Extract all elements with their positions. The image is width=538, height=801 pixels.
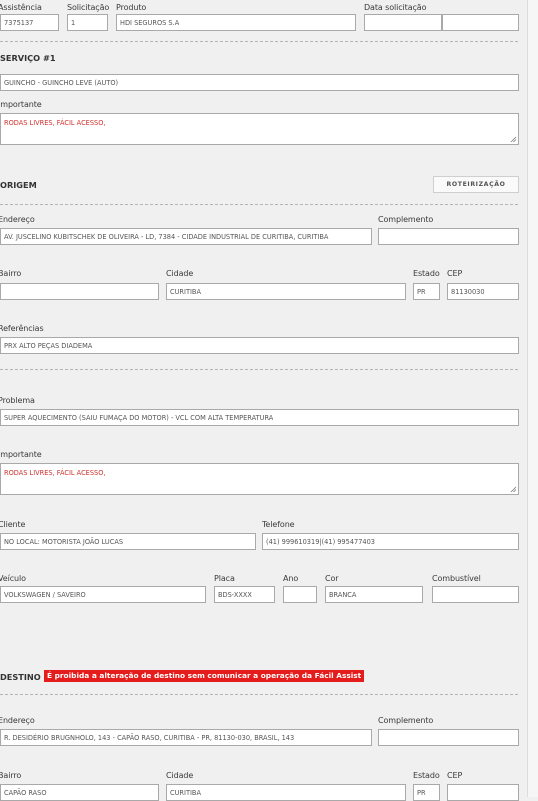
produto-label: Produto (116, 3, 147, 12)
solicitacao-field[interactable]: 1 (67, 14, 108, 31)
ano-label: Ano (283, 574, 299, 583)
destino-estado-label: Estado (413, 771, 440, 780)
divider (0, 369, 518, 370)
origem-cidade-label: Cidade (166, 269, 194, 278)
destino-cidade-field[interactable]: CURITIBA (166, 784, 406, 801)
telefone-field[interactable]: (41) 999610319|(41) 995477403 (262, 533, 519, 550)
destino-title: DESTINO (0, 672, 41, 682)
problema-field[interactable]: SUPER AQUECIMENTO (SAIU FUMAÇA DO MOTOR)… (0, 409, 519, 426)
origem-complemento-label: Complemento (378, 215, 434, 224)
assistencia-field[interactable]: 7375137 (0, 14, 59, 31)
vertical-scrollbar[interactable] (527, 0, 538, 797)
servico-title: SERVIÇO #1 (0, 53, 56, 63)
destino-cidade-label: Cidade (166, 771, 194, 780)
origem-estado-label: Estado (413, 269, 440, 278)
combustivel-label: Combustível (432, 574, 481, 583)
origem-complemento-field[interactable] (378, 228, 519, 245)
roteirizacao-button[interactable]: ROTEIRIZAÇÃO (433, 176, 519, 193)
origem-estado-field[interactable]: PR (413, 283, 440, 300)
produto-field[interactable]: HDI SEGUROS S.A (116, 14, 356, 31)
destino-cep-label: CEP (447, 771, 463, 780)
data-solicitacao-label: Data solicitação (364, 3, 427, 12)
destino-endereco-label: Endereço (0, 716, 35, 725)
ocorrencia-importante-label: Importante (0, 450, 42, 459)
ocorrencia-importante-text: RODAS LIVRES, FÁCIL ACESSO, (4, 469, 106, 477)
divider (0, 694, 518, 695)
assistencia-label: Assistência (0, 3, 42, 12)
origem-endereco-field[interactable]: AV. JUSCELINO KUBITSCHEK DE OLIVEIRA - L… (0, 228, 372, 245)
ano-field[interactable] (283, 586, 317, 603)
servico-importante-label: Importante (0, 100, 42, 109)
cor-field[interactable]: BRANCA (325, 586, 423, 603)
problema-label: Problema (0, 396, 35, 405)
destino-warning-banner: É proibida a alteração de destino sem co… (44, 670, 365, 682)
hora-solicitacao-field[interactable] (442, 14, 519, 31)
origem-bairro-field[interactable] (0, 283, 159, 300)
divider (0, 41, 518, 42)
solicitacao-label: Solicitação (67, 3, 110, 12)
divider (0, 204, 518, 205)
servico-importante-textarea[interactable]: RODAS LIVRES, FÁCIL ACESSO, (0, 113, 519, 145)
data-solicitacao-field[interactable] (364, 14, 442, 31)
origem-referencias-field[interactable]: PRX ALTO PEÇAS DIADEMA (0, 337, 519, 354)
servico-tipo-field[interactable]: GUINCHO - GUINCHO LEVE (AUTO) (0, 74, 519, 91)
destino-bairro-label: Bairro (0, 771, 22, 780)
origem-referencias-label: Referências (0, 324, 44, 333)
telefone-label: Telefone (262, 520, 295, 529)
resize-handle-icon[interactable] (510, 136, 517, 143)
cliente-label: Cliente (0, 520, 26, 529)
destino-bairro-field[interactable]: CAPÃO RASO (0, 784, 159, 801)
veiculo-field[interactable]: VOLKSWAGEN / SAVEIRO (0, 586, 206, 603)
origem-cidade-field[interactable]: CURITIBA (166, 283, 406, 300)
destino-endereco-field[interactable]: R. DESIDÉRIO BRUGNHOLO, 143 - CAPÃO RASO… (0, 729, 372, 746)
destino-complemento-field[interactable] (378, 729, 519, 746)
cliente-field[interactable]: NO LOCAL: MOTORISTA JOÃO LUCAS (0, 533, 256, 550)
origem-endereco-label: Endereço (0, 215, 35, 224)
destino-complemento-label: Complemento (378, 716, 434, 725)
origem-bairro-label: Bairro (0, 269, 22, 278)
origem-cep-field[interactable]: 81130030 (447, 283, 519, 300)
combustivel-field[interactable] (432, 586, 519, 603)
origem-cep-label: CEP (447, 269, 463, 278)
resize-handle-icon[interactable] (510, 486, 517, 493)
ocorrencia-importante-textarea[interactable]: RODAS LIVRES, FÁCIL ACESSO, (0, 463, 519, 495)
servico-importante-text: RODAS LIVRES, FÁCIL ACESSO, (4, 119, 106, 127)
cor-label: Cor (325, 574, 339, 583)
destino-cep-field[interactable] (447, 784, 519, 801)
veiculo-label: Veículo (0, 574, 26, 583)
destino-estado-field[interactable]: PR (413, 784, 440, 801)
origem-title: ORIGEM (0, 180, 37, 190)
placa-label: Placa (214, 574, 235, 583)
placa-field[interactable]: BDS-XXXX (214, 586, 275, 603)
